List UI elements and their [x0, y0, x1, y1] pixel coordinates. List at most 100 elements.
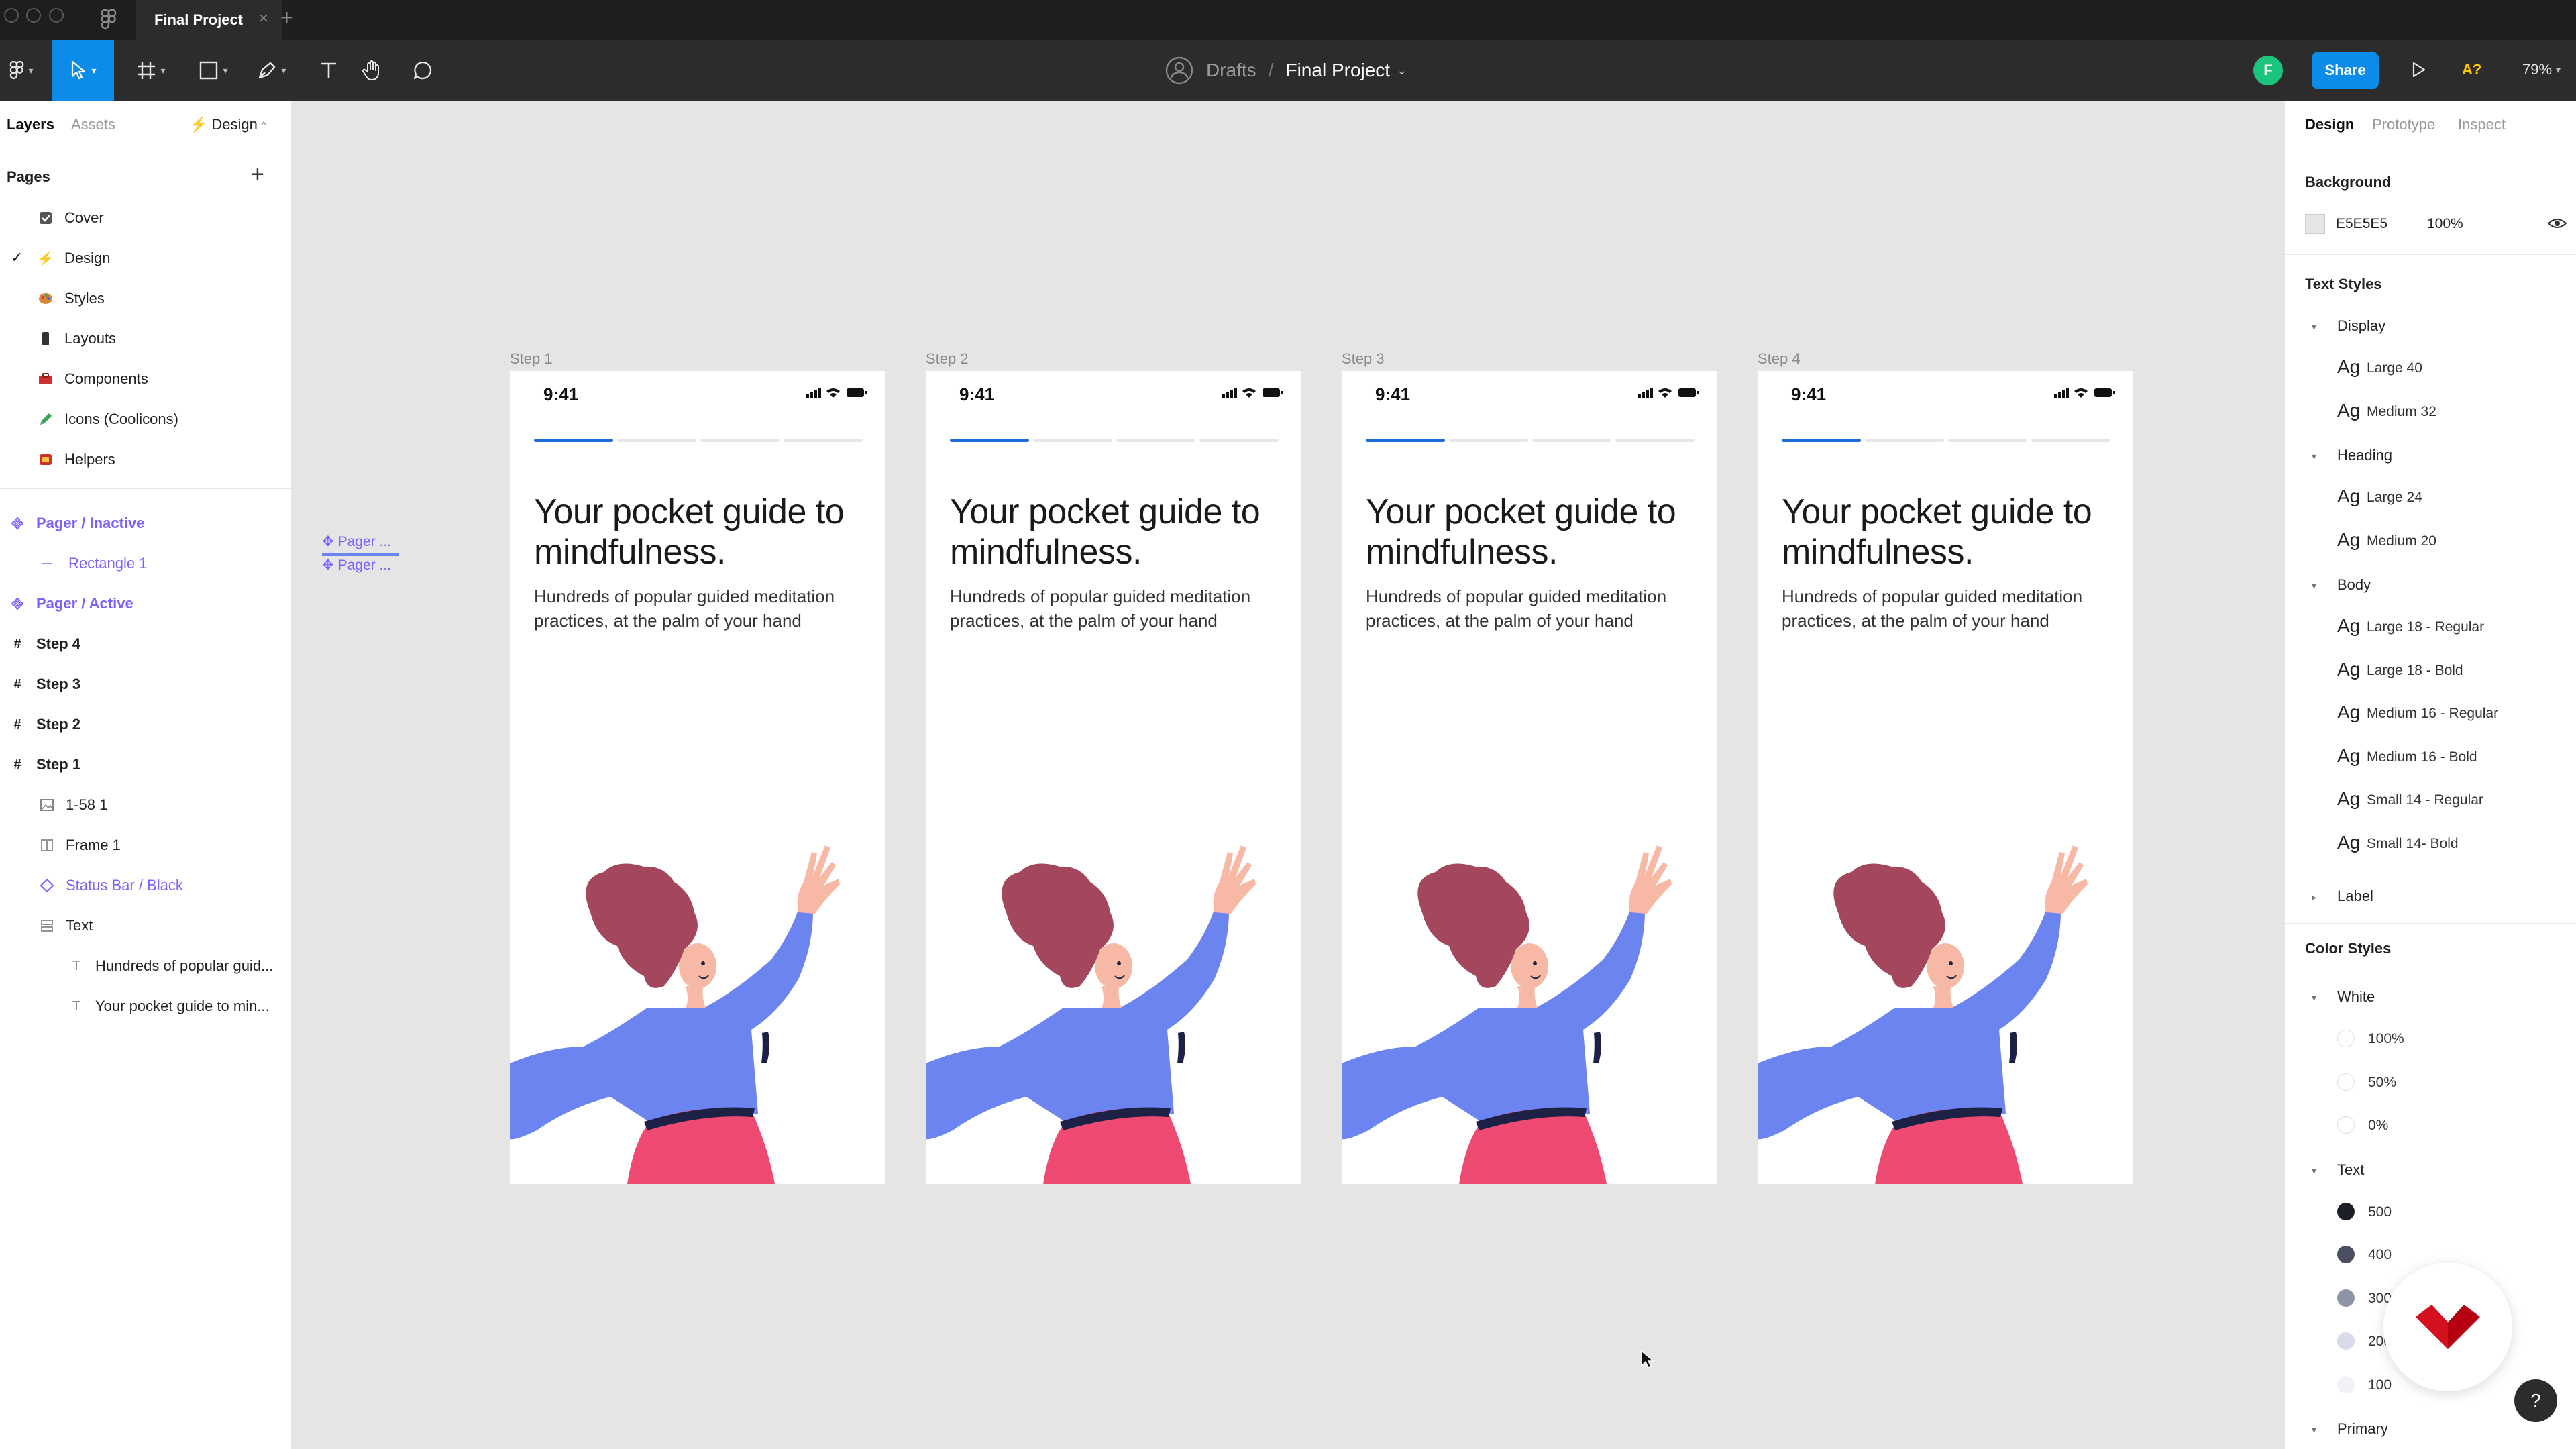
layer-frame-1[interactable]: Frame 1: [0, 825, 291, 865]
team-avatar-icon[interactable]: [1165, 56, 1194, 85]
collapse-down-icon[interactable]: ▾: [2312, 1165, 2316, 1177]
color-style-white[interactable]: 50%: [2368, 1075, 2396, 1091]
color-group-text[interactable]: Text: [2337, 1161, 2364, 1179]
color-style-text[interactable]: 100: [2368, 1377, 2392, 1393]
page-item-styles[interactable]: Styles: [0, 278, 291, 319]
red-logo-icon: [2416, 1305, 2480, 1349]
page-item-icons[interactable]: Icons (Coolicons): [0, 399, 291, 439]
text-style-item[interactable]: Small 14- Bold: [2367, 836, 2459, 852]
text-style-item[interactable]: Medium 32: [2367, 404, 2436, 420]
phone-frame-step-2[interactable]: 9:41 Your pocket guide to mindfulness. Hun…: [926, 371, 1301, 1184]
pen-tool-button[interactable]: ▾: [245, 40, 299, 101]
phone-frame-step-1[interactable]: 9:41 Your pocket guide to mindfulness. Hun…: [510, 371, 885, 1184]
background-swatch[interactable]: [2305, 214, 2325, 234]
layer-image-1-58[interactable]: 1-58 1: [0, 785, 291, 825]
chevron-down-icon[interactable]: ⌄: [1397, 64, 1407, 78]
close-window-button[interactable]: [4, 8, 19, 23]
color-group-primary[interactable]: Primary: [2337, 1420, 2388, 1438]
minimize-window-button[interactable]: [26, 8, 41, 23]
shape-tool-button[interactable]: ▾: [186, 40, 240, 101]
tab-prototype[interactable]: Prototype: [2372, 116, 2435, 133]
eye-icon[interactable]: [2547, 215, 2567, 235]
layer-rectangle-1[interactable]: Rectangle 1: [0, 543, 291, 584]
collapse-right-icon[interactable]: ▸: [2312, 892, 2316, 903]
text-style-item[interactable]: Medium 16 - Bold: [2367, 749, 2477, 765]
figma-home-icon[interactable]: [101, 9, 117, 34]
color-style-text[interactable]: 400: [2368, 1247, 2392, 1263]
floating-pager-active[interactable]: ✥ Pager ...: [322, 557, 391, 574]
layer-step-2[interactable]: # Step 2: [0, 704, 291, 745]
label-group[interactable]: Label: [2337, 888, 2373, 905]
main-menu-button[interactable]: ▾: [0, 40, 43, 101]
collapse-down-icon[interactable]: ▾: [2312, 1424, 2316, 1436]
text-style-item[interactable]: Small 14 - Regular: [2367, 792, 2483, 808]
close-tab-icon[interactable]: ×: [259, 9, 268, 28]
tab-inspect[interactable]: Inspect: [2458, 116, 2506, 133]
page-item-cover[interactable]: Cover: [0, 198, 291, 238]
layer-step-3[interactable]: # Step 3: [0, 664, 291, 704]
layer-status-bar[interactable]: Status Bar / Black: [0, 865, 291, 906]
layer-pager-inactive[interactable]: Pager / Inactive: [0, 503, 291, 543]
zoom-menu[interactable]: 79% ▾: [2522, 56, 2561, 83]
text-style-item[interactable]: Large 40: [2367, 360, 2422, 376]
color-group-white[interactable]: White: [2337, 988, 2375, 1006]
maximize-window-button[interactable]: [49, 8, 64, 23]
hand-tool-button[interactable]: [352, 40, 392, 101]
comment-tool-button[interactable]: [402, 40, 443, 101]
text-tool-button[interactable]: [309, 40, 349, 101]
collapse-down-icon[interactable]: ▾: [2312, 992, 2316, 1004]
page-item-layouts[interactable]: Layouts: [0, 319, 291, 359]
layer-step-4[interactable]: # Step 4: [0, 624, 291, 664]
project-name-menu[interactable]: Final Project: [1285, 60, 1390, 81]
text-style-item[interactable]: Medium 20: [2367, 533, 2436, 549]
background-opacity[interactable]: 100%: [2427, 216, 2463, 232]
color-style-white[interactable]: 0%: [2368, 1118, 2388, 1134]
tab-layers[interactable]: Layers: [7, 116, 54, 133]
background-hex[interactable]: E5E5E5: [2336, 216, 2387, 232]
frame-label-step-1[interactable]: Step 1: [510, 350, 553, 368]
layer-pager-active[interactable]: Pager / Active: [0, 584, 291, 624]
pager-selection-line: [322, 553, 399, 556]
collapse-down-icon[interactable]: ▾: [2312, 321, 2316, 333]
move-tool-button[interactable]: ▾: [52, 40, 114, 101]
frame-tool-button[interactable]: ▾: [124, 40, 178, 101]
help-button[interactable]: ?: [2514, 1379, 2557, 1422]
floating-pager-inactive[interactable]: ✥ Pager ...: [322, 533, 391, 550]
layer-text-body[interactable]: T Hundreds of popular guid...: [0, 946, 291, 986]
page-item-design[interactable]: ✓ ⚡ Design: [0, 238, 291, 278]
new-tab-button[interactable]: +: [280, 5, 293, 30]
checkmark-icon: ✓: [11, 249, 23, 266]
user-avatar[interactable]: F: [2253, 56, 2283, 85]
text-style-group-body[interactable]: Body: [2337, 576, 2371, 594]
add-page-button[interactable]: +: [251, 162, 264, 188]
layer-text-headline[interactable]: T Your pocket guide to min...: [0, 986, 291, 1026]
tab-assets[interactable]: Assets: [71, 116, 115, 133]
color-style-text[interactable]: 500: [2368, 1204, 2392, 1220]
frame-label-step-2[interactable]: Step 2: [926, 350, 969, 368]
file-tab[interactable]: Final Project ×: [136, 0, 282, 40]
frame-label-step-4[interactable]: Step 4: [1758, 350, 1801, 368]
page-item-helpers[interactable]: Helpers: [0, 439, 291, 480]
text-style-item[interactable]: Large 18 - Regular: [2367, 619, 2484, 635]
phone-frame-step-3[interactable]: 9:41 Your pocket guide to mindfulness. Hun…: [1342, 371, 1717, 1184]
layer-text-group[interactable]: Text: [0, 906, 291, 946]
color-style-white[interactable]: 100%: [2368, 1031, 2404, 1047]
drafts-link[interactable]: Drafts: [1206, 60, 1256, 81]
collapse-down-icon[interactable]: ▾: [2312, 451, 2316, 462]
text-style-item[interactable]: Large 24: [2367, 490, 2422, 506]
page-item-components[interactable]: Components: [0, 359, 291, 399]
text-style-item[interactable]: Large 18 - Bold: [2367, 663, 2463, 679]
collapse-down-icon[interactable]: ▾: [2312, 580, 2316, 592]
share-button[interactable]: Share: [2312, 52, 2379, 89]
text-style-group-heading[interactable]: Heading: [2337, 447, 2392, 464]
present-play-button[interactable]: [2405, 56, 2432, 83]
frame-label-step-3[interactable]: Step 3: [1342, 350, 1385, 368]
phone-frame-step-4[interactable]: 9:41 Your pocket guide to mindfulness. Hun…: [1758, 371, 2133, 1184]
tab-design[interactable]: Design: [2305, 116, 2354, 133]
accessibility-plugin-button[interactable]: A?: [2462, 56, 2481, 83]
floating-logo-badge[interactable]: [2383, 1263, 2512, 1391]
page-switcher[interactable]: ⚡ Design ^: [189, 116, 266, 133]
text-style-item[interactable]: Medium 16 - Regular: [2367, 706, 2498, 722]
layer-step-1[interactable]: # Step 1: [0, 745, 291, 785]
text-style-group-display[interactable]: Display: [2337, 317, 2385, 335]
